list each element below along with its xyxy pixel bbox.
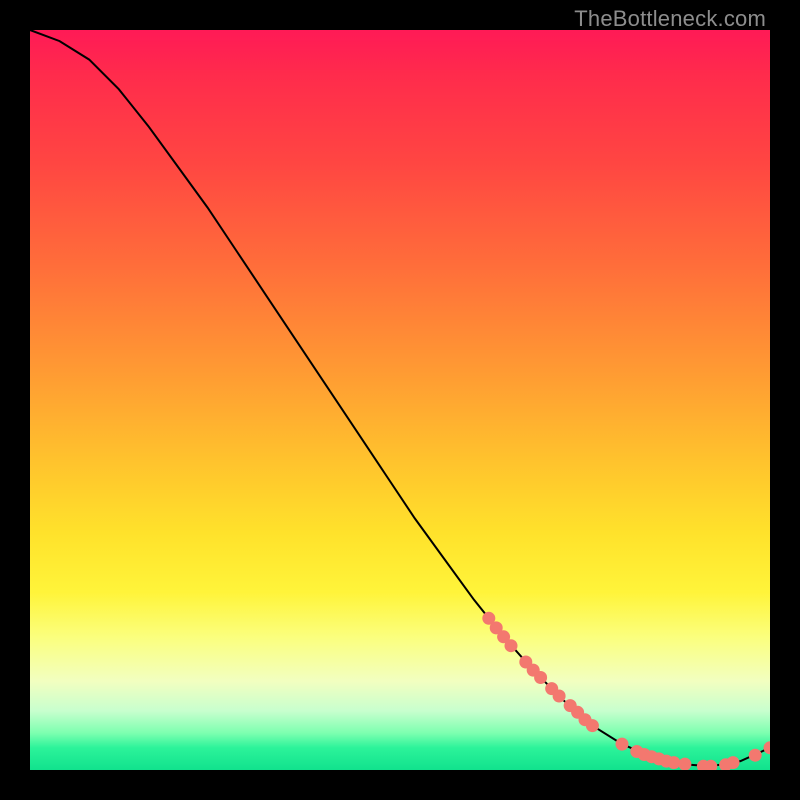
chart-marker — [764, 741, 771, 754]
chart-stage: TheBottleneck.com — [0, 0, 800, 800]
chart-plot-area — [30, 30, 770, 770]
chart-marker — [678, 758, 691, 770]
chart-marker — [553, 690, 566, 703]
chart-marker — [534, 671, 547, 684]
chart-markers — [482, 612, 770, 770]
chart-marker — [616, 738, 629, 751]
chart-marker — [667, 756, 680, 769]
chart-marker — [505, 639, 518, 652]
attribution-label: TheBottleneck.com — [574, 6, 766, 32]
chart-marker — [727, 756, 740, 769]
chart-marker — [749, 749, 762, 762]
chart-svg — [30, 30, 770, 770]
chart-curve — [30, 30, 770, 766]
chart-marker — [586, 719, 599, 732]
